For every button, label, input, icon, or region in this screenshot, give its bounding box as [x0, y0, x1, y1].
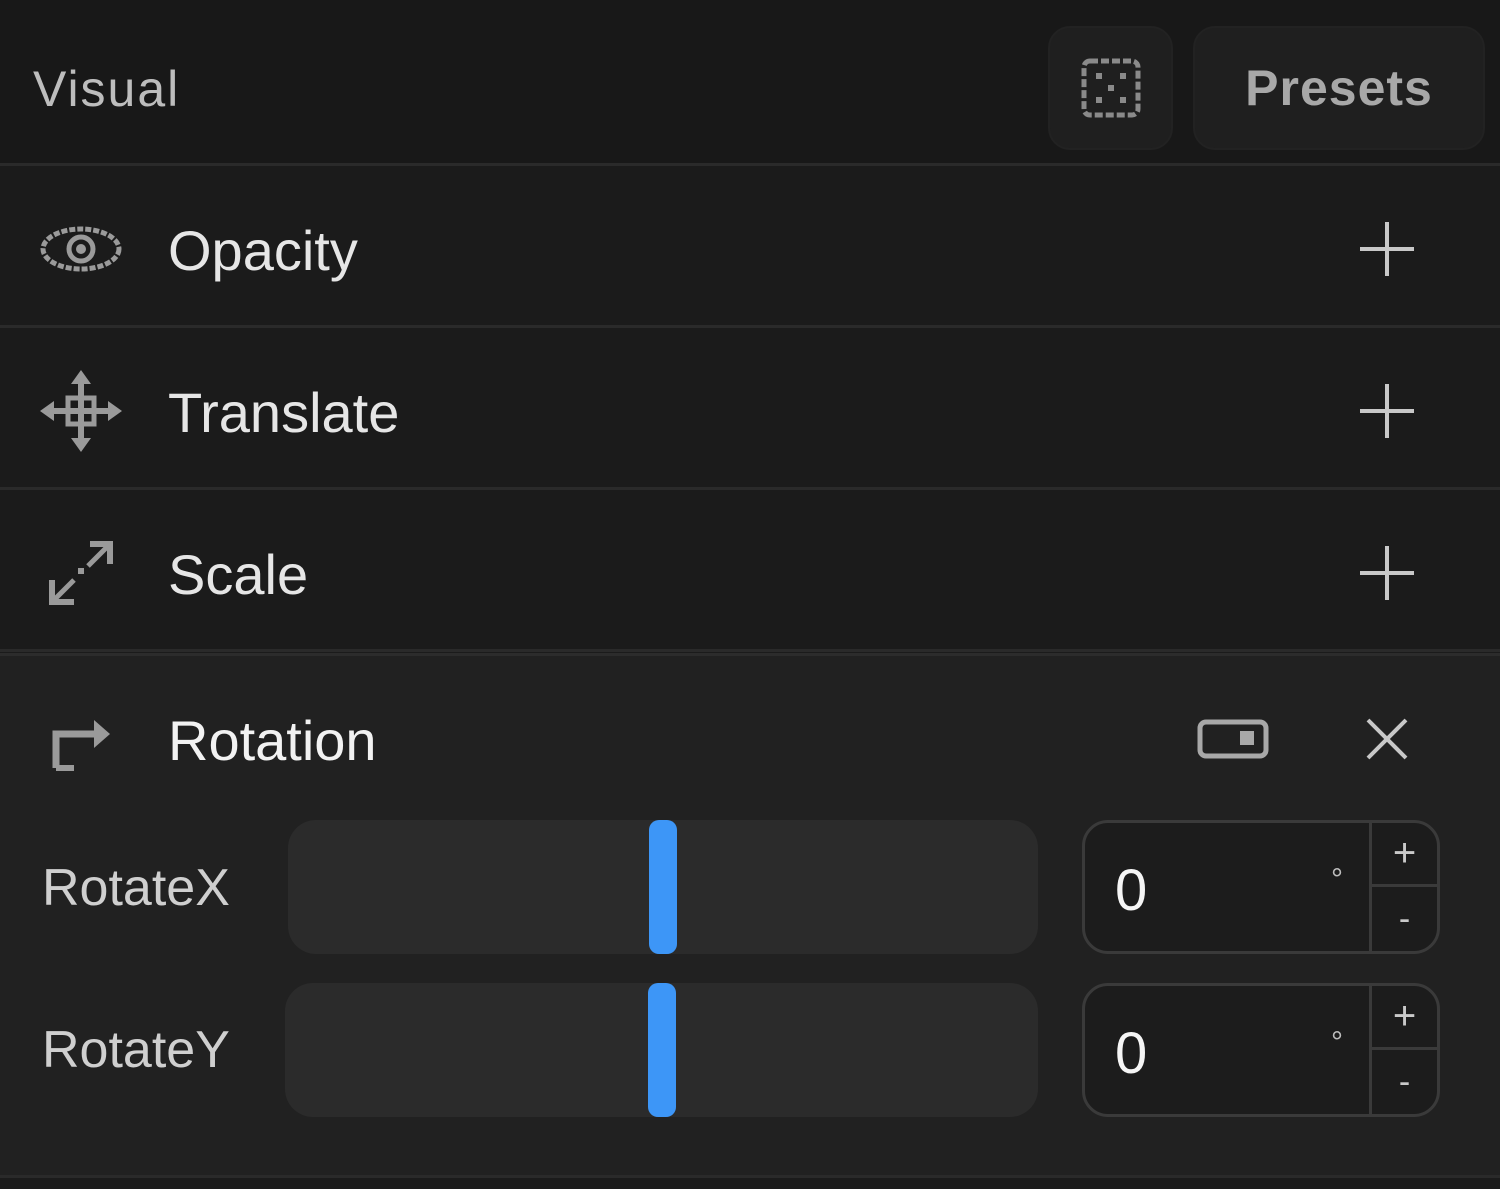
rotatey-slider-thumb[interactable]	[647, 983, 676, 1117]
visual-header: Visual Presets	[0, 0, 1500, 166]
add-translate-button[interactable]	[1356, 380, 1418, 442]
presets-button[interactable]: Presets	[1193, 26, 1485, 150]
move-arrows-icon	[40, 370, 122, 452]
rotatey-stepper: + -	[1369, 986, 1437, 1114]
rotatey-label: RotateY	[42, 1021, 230, 1079]
visual-panel: Visual Presets Opacity Translate Scale R…	[0, 0, 1500, 1189]
rotatex-slider-thumb[interactable]	[649, 820, 677, 954]
rotatex-decrement-button[interactable]: -	[1372, 887, 1437, 951]
randomize-button[interactable]	[1048, 26, 1173, 150]
eye-icon	[40, 226, 122, 272]
section-title: Visual	[33, 61, 181, 117]
property-label: Scale	[168, 543, 309, 606]
rotatey-slider[interactable]	[285, 983, 1038, 1117]
degree-unit: °	[1331, 1026, 1343, 1059]
property-row-rotation: Rotation RotateX 0 ° + - RotateY 0 ° + -	[0, 653, 1500, 1178]
property-row-opacity[interactable]: Opacity	[0, 166, 1500, 328]
rotatey-decrement-button[interactable]: -	[1372, 1050, 1437, 1114]
rotatey-number-field[interactable]: 0 ° + -	[1082, 983, 1440, 1117]
rotatex-label: RotateX	[42, 859, 230, 917]
scale-arrows-icon	[49, 541, 113, 605]
rotatex-increment-button[interactable]: +	[1372, 823, 1437, 887]
add-opacity-button[interactable]	[1356, 218, 1418, 280]
property-row-scale[interactable]: Scale	[0, 490, 1500, 652]
property-row-translate[interactable]: Translate	[0, 328, 1500, 490]
rotatex-number-field[interactable]: 0 ° + -	[1082, 820, 1440, 954]
rotatex-slider[interactable]	[288, 820, 1038, 954]
rotatex-value[interactable]: 0	[1115, 857, 1147, 924]
rotatey-value[interactable]: 0	[1115, 1020, 1147, 1087]
toggle-switch-icon[interactable]	[1196, 716, 1272, 762]
rotatex-stepper: + -	[1369, 823, 1437, 951]
property-label: Rotation	[168, 709, 377, 772]
degree-unit: °	[1331, 863, 1343, 896]
add-scale-button[interactable]	[1356, 542, 1418, 604]
rotate-arrow-icon	[52, 720, 110, 771]
rotatey-increment-button[interactable]: +	[1372, 986, 1437, 1050]
close-icon[interactable]	[1362, 714, 1412, 764]
dice-icon	[1081, 58, 1140, 118]
property-label: Opacity	[168, 219, 358, 282]
property-label: Translate	[168, 381, 400, 444]
